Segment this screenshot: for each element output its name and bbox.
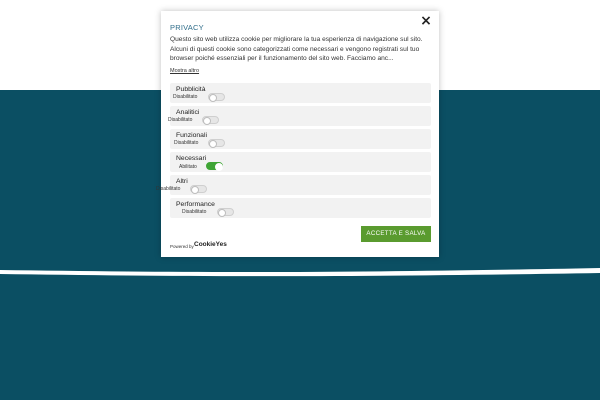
category-performance[interactable]: Performance Disabilitato (170, 198, 431, 218)
category-state: Disabilitato (174, 140, 199, 146)
category-funzionali[interactable]: Funzionali Disabilitato (170, 129, 431, 149)
toggle-switch[interactable] (190, 185, 207, 194)
category-name: Pubblicità (176, 86, 206, 93)
toggle-switch[interactable] (208, 93, 225, 102)
category-altri[interactable]: Altri Disabilitato (156, 175, 431, 195)
category-pubblicita[interactable]: Pubblicità Disabilitato (170, 83, 431, 103)
close-icon[interactable]: × (419, 14, 433, 28)
category-name: Analitici (176, 109, 200, 116)
toggle-switch[interactable] (208, 139, 225, 148)
category-name: Performance (176, 201, 215, 208)
toggle-switch[interactable] (206, 162, 223, 171)
cookie-consent-modal: × PRIVACY Questo sito web utilizza cooki… (156, 11, 439, 257)
category-state: Abilitato (179, 164, 197, 170)
category-state: Disabilitato (182, 209, 207, 215)
category-name: Necessari (176, 155, 207, 162)
toggle-switch[interactable] (202, 116, 219, 125)
modal-title: PRIVACY (170, 23, 204, 32)
category-analitici[interactable]: Analitici Disabilitato (168, 106, 431, 126)
wave-divider (0, 268, 600, 277)
powered-by-label: Powered by (170, 244, 194, 249)
cookieyes-logo[interactable]: CookieYes (194, 241, 227, 248)
show-more-link[interactable]: Mostra altro (170, 68, 199, 74)
category-state: Disabilitato (156, 186, 181, 192)
category-name: Altri (176, 178, 188, 185)
category-state: Disabilitato (173, 94, 198, 100)
category-state: Disabilitato (168, 117, 193, 123)
toggle-switch[interactable] (217, 208, 234, 217)
category-name: Funzionali (176, 132, 207, 139)
category-necessari[interactable]: Necessari Abilitato (170, 152, 431, 172)
accept-and-save-button[interactable]: ACCETTA E SALVA (361, 226, 431, 242)
modal-description: Questo sito web utilizza cookie per migl… (170, 36, 423, 63)
